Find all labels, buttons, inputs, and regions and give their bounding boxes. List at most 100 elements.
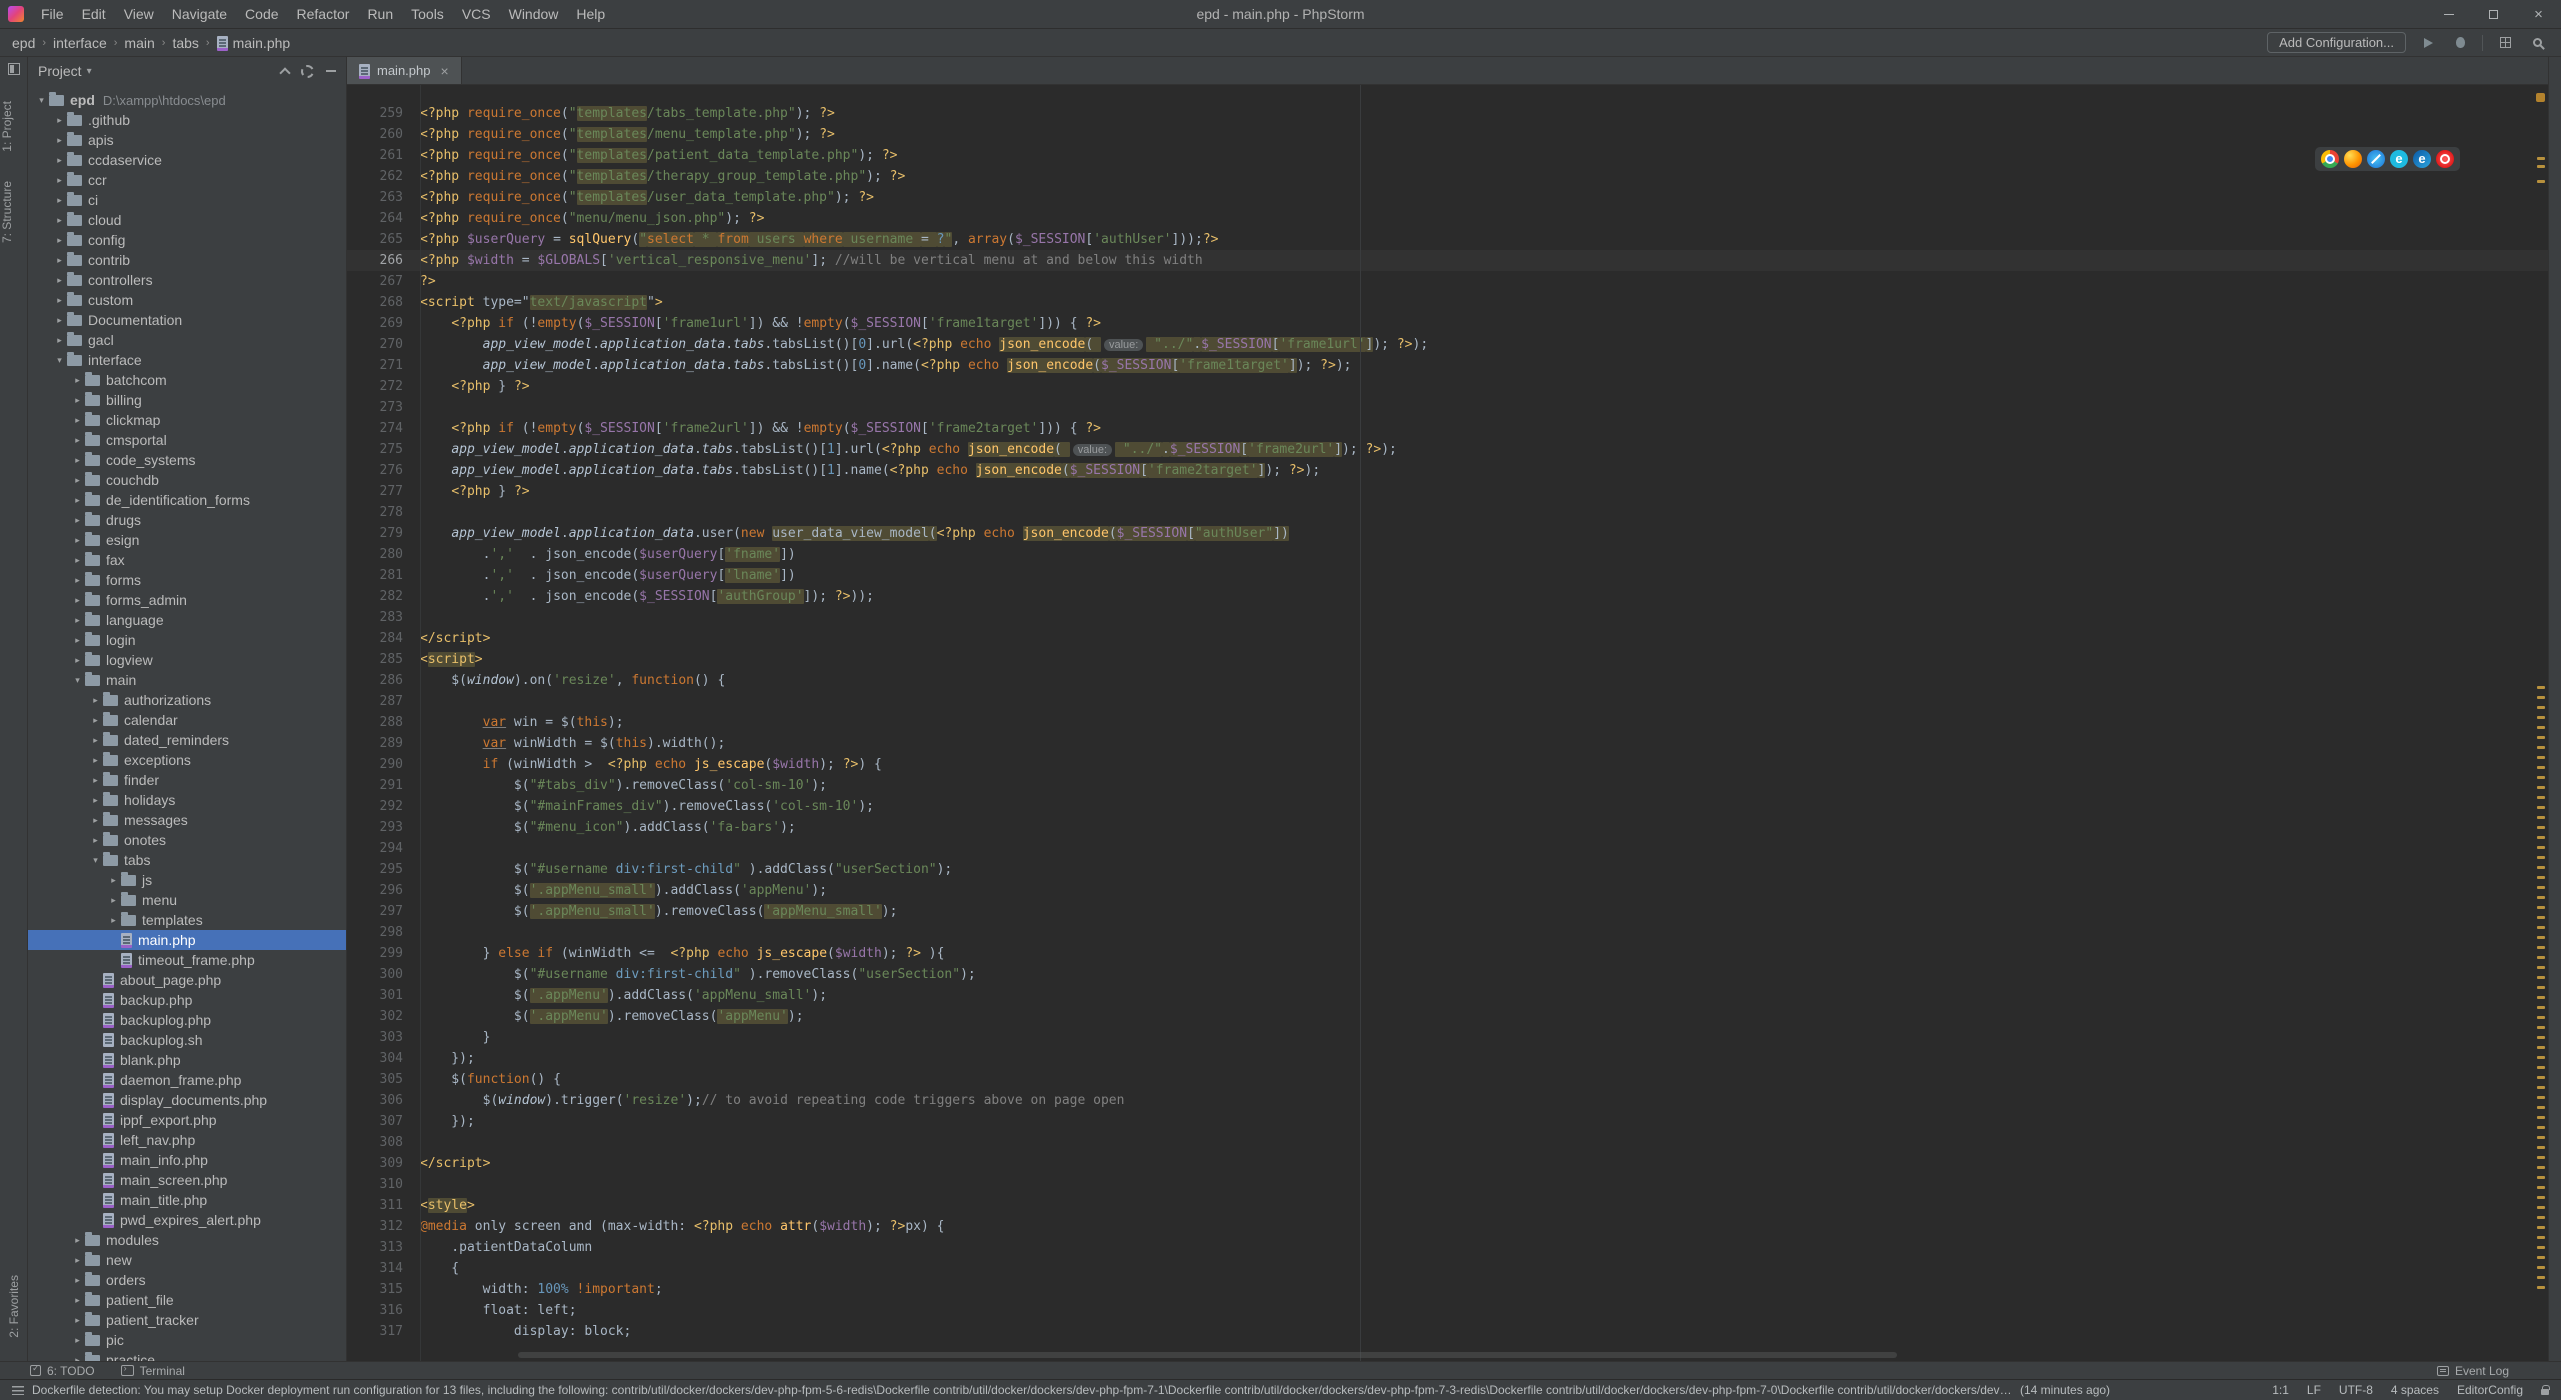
code-line-311[interactable]: 311<style> (347, 1195, 2548, 1216)
tool-windows-icon[interactable] (8, 63, 20, 75)
line-number[interactable]: 275 (347, 439, 409, 460)
tree-item-ccdaservice[interactable]: ▸ccdaservice (28, 150, 346, 170)
chevron-collapsed-icon[interactable]: ▸ (70, 395, 85, 406)
code-line-315[interactable]: 315 width: 100% !important; (347, 1279, 2548, 1300)
chevron-collapsed-icon[interactable]: ▸ (52, 315, 67, 326)
run-button[interactable] (2418, 33, 2438, 53)
opera-icon[interactable] (2436, 150, 2454, 168)
line-number[interactable]: 260 (347, 124, 409, 145)
line-number[interactable]: 296 (347, 880, 409, 901)
line-number[interactable]: 287 (347, 691, 409, 712)
line-number[interactable]: 312 (347, 1216, 409, 1237)
chevron-collapsed-icon[interactable]: ▸ (70, 415, 85, 426)
tree-item-drugs[interactable]: ▸drugs (28, 510, 346, 530)
line-number[interactable]: 317 (347, 1321, 409, 1342)
code-line-299[interactable]: 299 } else if (winWidth <= <?php echo js… (347, 943, 2548, 964)
code-line-283[interactable]: 283 (347, 607, 2548, 628)
tree-item-cloud[interactable]: ▸cloud (28, 210, 346, 230)
line-number[interactable]: 278 (347, 502, 409, 523)
menu-item-run[interactable]: Run (358, 0, 402, 28)
chevron-collapsed-icon[interactable]: ▸ (70, 1255, 85, 1266)
line-number[interactable]: 274 (347, 418, 409, 439)
tree-item-about-page-php[interactable]: about_page.php (28, 970, 346, 990)
chevron-collapsed-icon[interactable]: ▸ (52, 235, 67, 246)
search-everywhere-button[interactable] (2527, 33, 2547, 53)
chevron-collapsed-icon[interactable]: ▸ (52, 255, 67, 266)
tree-item-esign[interactable]: ▸esign (28, 530, 346, 550)
breadcrumb-item-interface[interactable]: interface (51, 35, 109, 51)
line-number[interactable]: 294 (347, 838, 409, 859)
chevron-collapsed-icon[interactable]: ▸ (52, 215, 67, 226)
code-line-260[interactable]: 260<?php require_once("templates/menu_te… (347, 124, 2548, 145)
line-number[interactable]: 261 (347, 145, 409, 166)
chevron-expanded-icon[interactable]: ▾ (88, 855, 103, 866)
chevron-collapsed-icon[interactable]: ▸ (70, 655, 85, 666)
chevron-collapsed-icon[interactable]: ▸ (70, 615, 85, 626)
tool-strip-button-2-favorites[interactable]: 2: Favorites (7, 1275, 21, 1338)
code-area[interactable]: 259<?php require_once("templates/tabs_te… (347, 85, 2548, 1361)
tree-item-forms[interactable]: ▸forms (28, 570, 346, 590)
line-number[interactable]: 286 (347, 670, 409, 691)
breadcrumb-item-tabs[interactable]: tabs (170, 35, 200, 51)
tree-item-orders[interactable]: ▸orders (28, 1270, 346, 1290)
line-number[interactable]: 279 (347, 523, 409, 544)
line-number[interactable]: 304 (347, 1048, 409, 1069)
status-widget-utf-8[interactable]: UTF-8 (2339, 1383, 2373, 1397)
tree-item-left-nav-php[interactable]: left_nav.php (28, 1130, 346, 1150)
code-line-301[interactable]: 301 $('.appMenu').addClass('appMenu_smal… (347, 985, 2548, 1006)
chevron-collapsed-icon[interactable]: ▸ (52, 195, 67, 206)
code-line-267[interactable]: 267?> (347, 271, 2548, 292)
line-number[interactable]: 295 (347, 859, 409, 880)
chevron-collapsed-icon[interactable]: ▸ (52, 335, 67, 346)
line-number[interactable]: 300 (347, 964, 409, 985)
code-line-271[interactable]: 271 app_view_model.application_data.tabs… (347, 355, 2548, 376)
tree-item-epd[interactable]: ▾epdD:\xampp\htdocs\epd (28, 90, 346, 110)
tree-item-js[interactable]: ▸js (28, 870, 346, 890)
tree-item-contrib[interactable]: ▸contrib (28, 250, 346, 270)
status-widget-1-1[interactable]: 1:1 (2272, 1383, 2289, 1397)
chevron-collapsed-icon[interactable]: ▸ (70, 375, 85, 386)
tree-item-main-title-php[interactable]: main_title.php (28, 1190, 346, 1210)
tree-item-cmsportal[interactable]: ▸cmsportal (28, 430, 346, 450)
code-line-303[interactable]: 303 } (347, 1027, 2548, 1048)
line-number[interactable]: 299 (347, 943, 409, 964)
tree-item-pic[interactable]: ▸pic (28, 1330, 346, 1350)
line-number[interactable]: 303 (347, 1027, 409, 1048)
chevron-expanded-icon[interactable]: ▾ (52, 355, 67, 366)
code-line-282[interactable]: 282 .',' . json_encode($_SESSION['authGr… (347, 586, 2548, 607)
line-number[interactable]: 292 (347, 796, 409, 817)
tree-item-gacl[interactable]: ▸gacl (28, 330, 346, 350)
menu-item-help[interactable]: Help (567, 0, 614, 28)
tree-item-fax[interactable]: ▸fax (28, 550, 346, 570)
line-number[interactable]: 271 (347, 355, 409, 376)
line-number[interactable]: 289 (347, 733, 409, 754)
chevron-collapsed-icon[interactable]: ▸ (70, 575, 85, 586)
code-line-268[interactable]: 268<script type="text/javascript"> (347, 292, 2548, 313)
tree-item-ci[interactable]: ▸ci (28, 190, 346, 210)
line-number[interactable]: 290 (347, 754, 409, 775)
code-line-308[interactable]: 308 (347, 1132, 2548, 1153)
maximize-button[interactable] (2471, 0, 2516, 28)
gear-icon[interactable] (301, 65, 314, 78)
tree-item-ippf-export-php[interactable]: ippf_export.php (28, 1110, 346, 1130)
code-line-269[interactable]: 269 <?php if (!empty($_SESSION['frame1ur… (347, 313, 2548, 334)
chevron-collapsed-icon[interactable]: ▸ (70, 595, 85, 606)
code-line-270[interactable]: 270 app_view_model.application_data.tabs… (347, 334, 2548, 355)
tree-item-batchcom[interactable]: ▸batchcom (28, 370, 346, 390)
chevron-collapsed-icon[interactable]: ▸ (70, 635, 85, 646)
tree-item-backup-php[interactable]: backup.php (28, 990, 346, 1010)
tree-item-messages[interactable]: ▸messages (28, 810, 346, 830)
line-number[interactable]: 272 (347, 376, 409, 397)
line-number[interactable]: 283 (347, 607, 409, 628)
tree-item-new[interactable]: ▸new (28, 1250, 346, 1270)
code-line-274[interactable]: 274 <?php if (!empty($_SESSION['frame2ur… (347, 418, 2548, 439)
code-line-310[interactable]: 310 (347, 1174, 2548, 1195)
chevron-collapsed-icon[interactable]: ▸ (106, 895, 121, 906)
tool-strip-button-1-project[interactable]: 1: Project (0, 101, 14, 152)
chevron-down-icon[interactable]: ▾ (87, 66, 92, 77)
line-number[interactable]: 277 (347, 481, 409, 502)
code-line-293[interactable]: 293 $("#menu_icon").addClass('fa-bars'); (347, 817, 2548, 838)
tree-item-modules[interactable]: ▸modules (28, 1230, 346, 1250)
code-line-259[interactable]: 259<?php require_once("templates/tabs_te… (347, 103, 2548, 124)
code-line-304[interactable]: 304 }); (347, 1048, 2548, 1069)
